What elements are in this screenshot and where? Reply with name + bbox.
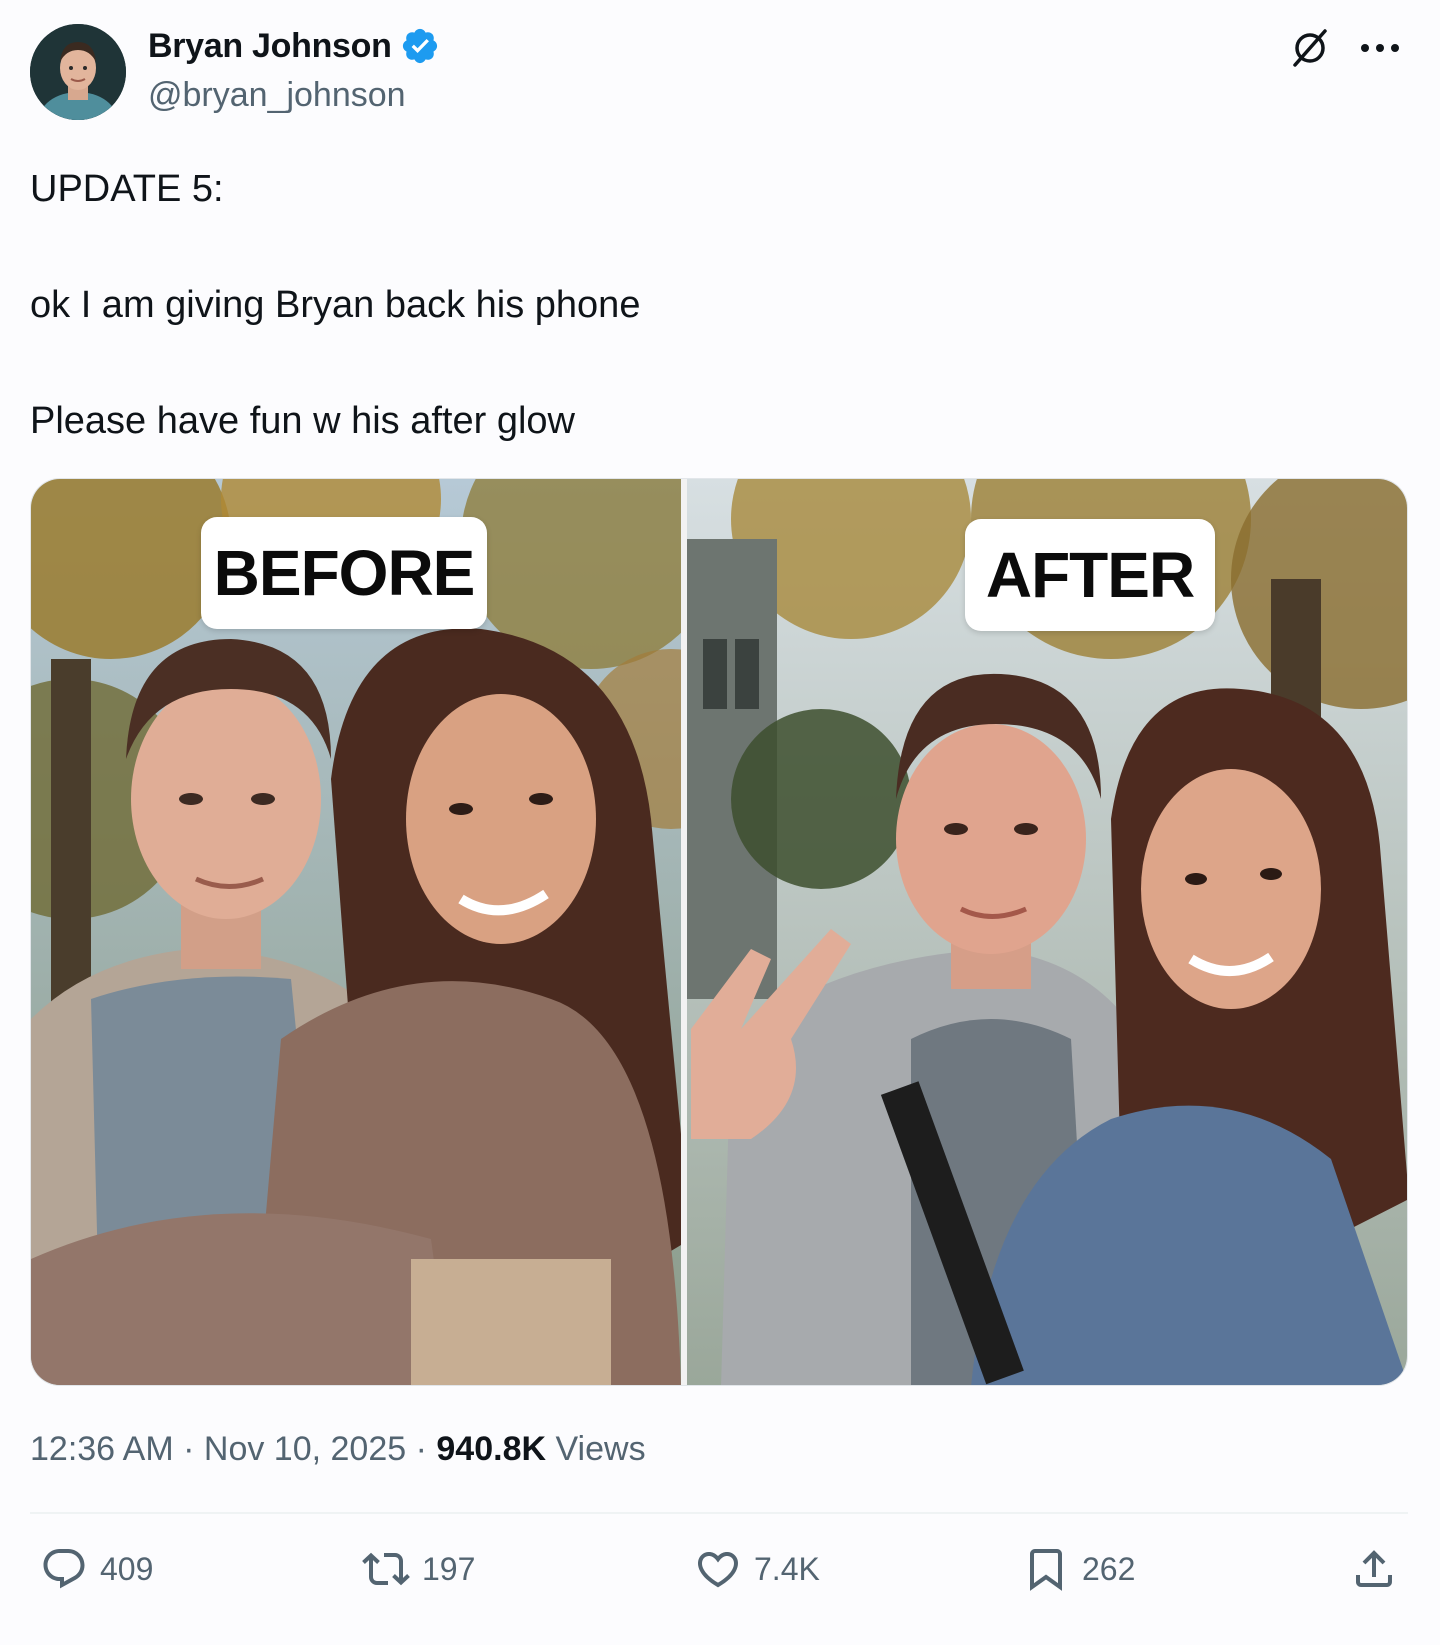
tweet-line: UPDATE 5:	[30, 168, 224, 210]
tweet-line: ok I am giving Bryan back his phone	[30, 284, 641, 326]
author-name-row[interactable]: Bryan Johnson	[148, 26, 440, 66]
bookmark-button[interactable]: 262	[1022, 1545, 1135, 1593]
before-label: BEFORE	[201, 517, 487, 629]
heart-icon	[697, 1552, 739, 1588]
tweet-card: Bryan Johnson @bryan_johnson UPDATE 5: o…	[0, 0, 1440, 1645]
header-actions	[1288, 26, 1402, 70]
meta-separator: ·	[415, 1430, 427, 1468]
repost-button[interactable]: 197	[362, 1545, 475, 1593]
views-label: Views	[555, 1430, 646, 1468]
author-avatar[interactable]	[30, 24, 126, 120]
bookmark-icon	[1030, 1549, 1062, 1591]
grok-icon[interactable]	[1288, 26, 1332, 70]
more-options-icon[interactable]	[1358, 26, 1402, 70]
like-button[interactable]: 7.4K	[694, 1545, 820, 1593]
tweet-meta: 12:36 AM · Nov 10, 2025 · 940.8K Views	[30, 1430, 646, 1469]
tweet-line: Please have fun w his after glow	[30, 400, 575, 442]
verified-badge-icon	[400, 26, 440, 66]
bookmark-count: 262	[1082, 1550, 1136, 1587]
author-name[interactable]: Bryan Johnson	[148, 27, 392, 66]
after-label: AFTER	[965, 519, 1215, 631]
meta-separator: ·	[183, 1430, 195, 1468]
tweet-media[interactable]: BEFORE AFTER	[30, 478, 1408, 1386]
reply-icon	[43, 1549, 85, 1589]
tweet-text: UPDATE 5: ok I am giving Bryan back his …	[30, 160, 1390, 450]
views-count: 940.8K	[436, 1430, 547, 1468]
repost-icon	[362, 1552, 410, 1586]
reply-count: 409	[100, 1550, 154, 1587]
reply-button[interactable]: 409	[40, 1545, 153, 1593]
share-button[interactable]	[1350, 1545, 1398, 1593]
tweet-time[interactable]: 12:36 AM	[30, 1430, 174, 1468]
share-icon	[1356, 1550, 1392, 1587]
tweet-date[interactable]: Nov 10, 2025	[204, 1430, 406, 1468]
author-handle[interactable]: @bryan_johnson	[148, 76, 406, 115]
like-count: 7.4K	[754, 1550, 820, 1587]
repost-count: 197	[422, 1550, 476, 1587]
divider	[30, 1512, 1408, 1514]
tweet-actions: 409 197 7.4K 262	[30, 1545, 1408, 1605]
